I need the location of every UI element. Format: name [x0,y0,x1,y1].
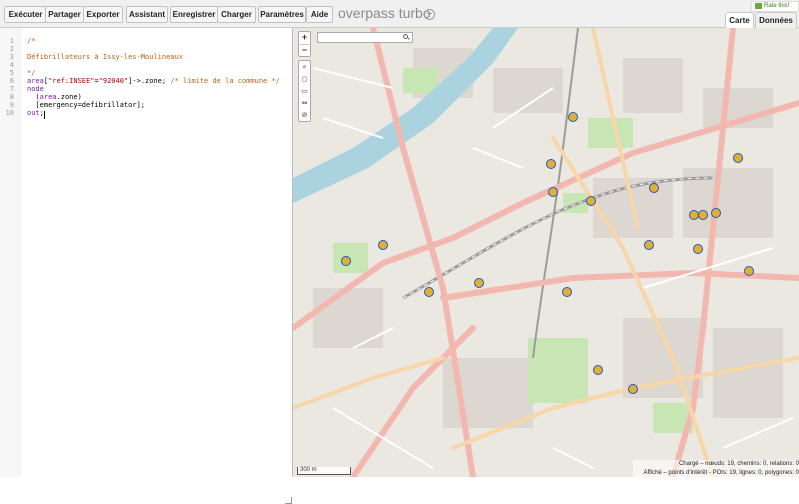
map-tiles [293,28,799,477]
tab-data[interactable]: Données [755,12,797,28]
share-button[interactable]: Partager [45,6,84,23]
line-number: 4 [9,61,14,69]
status-loaded: Chargé – nœuds: 19, chemins: 0, relation… [678,461,799,467]
map-view[interactable]: + − ⌕ ○ ▭ ⇔ ⊘ 300 m Chargé – nœuds: 19, … [293,28,799,477]
defibrillator-marker[interactable] [568,112,578,122]
zoom-out-button[interactable]: − [299,44,310,56]
code-line-6: area["ref:INSEE"="92040"]->.zone; /* lim… [27,77,280,85]
defibrillator-marker[interactable] [711,208,721,218]
defibrillator-marker[interactable] [593,365,603,375]
toolbar: Exécuter Partager Exporter Assistant Enr… [0,0,799,28]
fullscreen-icon[interactable]: ⇔ [299,97,310,109]
defibrillator-marker[interactable] [698,210,708,220]
code-keyword: area [39,93,57,101]
code-line-10: out; [27,109,44,117]
text-cursor [44,111,45,119]
line-number: 9 [9,101,14,109]
defibrillator-marker[interactable] [733,153,743,163]
toggle-data-icon[interactable]: ▭ [299,85,310,97]
code-punct: ( [27,93,40,101]
wizard-button[interactable]: Assistant [126,6,168,23]
defibrillator-marker[interactable] [562,287,572,297]
line-number: 5 [9,69,14,77]
hide-icon[interactable]: ⊘ [299,109,310,121]
code-editor[interactable]: 1 2 3 4 5 6 7 8 9 10 /* Défibrillateurs … [0,28,293,504]
defibrillator-marker[interactable] [424,287,434,297]
zoom-in-button[interactable]: + [299,32,310,43]
load-button[interactable]: Charger [217,6,256,23]
line-number: 6 [9,77,14,85]
line-number: 2 [9,45,14,53]
code-keyword: area [27,77,44,85]
defibrillator-marker[interactable] [628,384,638,394]
settings-button[interactable]: Paramètres [258,6,306,23]
map-tools: ⌕ ○ ▭ ⇔ ⊘ [298,60,311,122]
defibrillator-marker[interactable] [378,240,388,250]
locate-icon[interactable]: ○ [299,73,310,85]
brand-title: overpass turbo [338,5,431,21]
defibrillator-marker[interactable] [744,266,754,276]
defibrillator-marker[interactable] [586,196,596,206]
resize-handle[interactable] [285,497,292,504]
tab-map[interactable]: Carte [725,12,754,28]
code-punct: .zone) [56,93,82,101]
search-icon [403,34,408,39]
rate-icon [755,3,762,9]
map-search-input[interactable] [317,32,413,43]
zoom-to-data-icon[interactable]: ⌕ [299,61,310,73]
map-status: Chargé – nœuds: 19, chemins: 0, relation… [633,460,799,477]
defibrillator-marker[interactable] [644,240,654,250]
defibrillator-marker[interactable] [546,159,556,169]
line-gutter: 1 2 3 4 5 6 7 8 9 10 [0,28,21,477]
code-line-3: Défibrillateurs à Issy-les-Moulineaux [27,53,183,61]
code-line-5: */ [27,69,36,77]
code-line-9: [emergency=defibrillator]; [27,101,146,109]
code-line-1: /* [27,37,36,45]
code-string: "92040" [98,77,129,85]
line-number: 10 [5,109,14,117]
run-button[interactable]: Exécuter [4,6,47,23]
save-button[interactable]: Enregistrer [170,6,218,23]
line-number: 7 [9,85,14,93]
rate-this-link[interactable]: Rate this! [751,1,799,12]
defibrillator-marker[interactable] [649,183,659,193]
defibrillator-marker[interactable] [548,187,558,197]
defibrillator-marker[interactable] [693,244,703,254]
code-comment: /* limite de la commune */ [170,77,280,85]
code-keyword: out [27,109,40,117]
export-button[interactable]: Exporter [83,6,123,23]
code-line-7: node [27,85,44,93]
help-button[interactable]: Aide [306,6,333,23]
defibrillator-marker[interactable] [474,278,484,288]
scale-bar: 300 m [297,467,351,475]
logo-icon [424,9,435,20]
zoom-controls: + − [298,31,311,57]
code-punct: ]->.zone; [128,77,171,85]
line-number: 1 [9,37,14,45]
code-string: "ref:INSEE" [48,77,95,85]
line-number: 8 [9,93,14,101]
defibrillator-marker[interactable] [341,256,351,266]
rate-label: Rate this! [764,3,790,9]
status-displayed: Affiché – points d'intérêt - POIs: 19, l… [643,470,799,476]
code-line-8: (area.zone) [27,93,82,101]
line-number: 3 [9,53,14,61]
